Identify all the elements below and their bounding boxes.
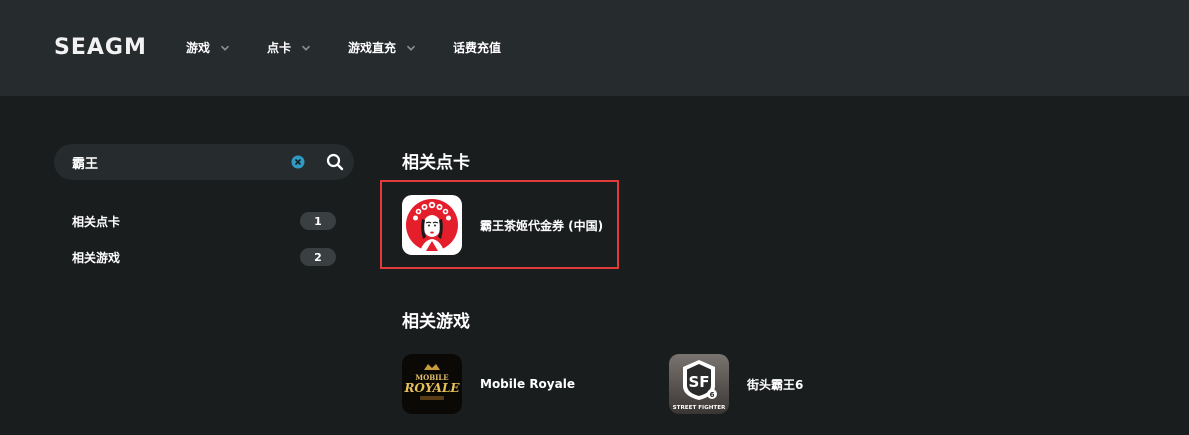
game-result-name: Mobile Royale: [480, 377, 575, 391]
nav-mobile-topup[interactable]: 话费充值: [453, 38, 501, 58]
bawang-chaji-icon: [402, 195, 462, 255]
nav-direct-topup[interactable]: 游戏直充: [348, 38, 416, 58]
sidebar-item-label: 相关游戏: [72, 250, 121, 265]
nav-mobile-topup-label: 话费充值: [453, 41, 502, 55]
seagm-logo[interactable]: SEAGM: [54, 36, 147, 60]
sidebar-item-games[interactable]: 相关游戏 2: [72, 247, 336, 267]
top-header: SEAGM 游戏 点卡 游戏直充 话费充值: [0, 0, 1189, 96]
street-fighter-logo-caption: STREET FIGHTER: [673, 405, 726, 411]
game-result-item[interactable]: SF 6 STREET FIGHTER 街头霸王6: [669, 354, 803, 414]
svg-text:SF: SF: [688, 373, 709, 391]
mobile-royale-icon: MOBILE ROYALE: [402, 354, 462, 414]
street-fighter-6-icon: SF 6 STREET FIGHTER: [669, 354, 729, 414]
card-result-name: 霸王茶姬代金券 (中国): [480, 218, 604, 233]
nav-games[interactable]: 游戏: [186, 38, 230, 58]
mobile-royale-logo-line2: ROYALE: [403, 381, 460, 395]
chevron-down-icon: [301, 45, 311, 51]
sidebar-item-label: 相关点卡: [72, 214, 121, 229]
nav-games-label: 游戏: [186, 41, 211, 55]
search-input[interactable]: [72, 144, 282, 180]
sidebar-item-cards[interactable]: 相关点卡 1: [72, 211, 336, 231]
game-result-item[interactable]: MOBILE ROYALE Mobile Royale: [402, 354, 575, 414]
chevron-down-icon: [220, 45, 230, 51]
card-result-item[interactable]: 霸王茶姬代金券 (中国): [402, 195, 603, 255]
count-badge: 1: [300, 212, 336, 230]
section-title-cards: 相关点卡: [402, 153, 470, 173]
nav-direct-topup-label: 游戏直充: [348, 41, 397, 55]
nav-cards[interactable]: 点卡: [267, 38, 311, 58]
section-title-games: 相关游戏: [402, 312, 470, 332]
nav-cards-label: 点卡: [267, 41, 292, 55]
svg-text:6: 6: [710, 391, 715, 399]
count-badge: 2: [300, 248, 336, 266]
chevron-down-icon: [406, 45, 416, 51]
search-box: [54, 144, 354, 180]
clear-icon[interactable]: [291, 155, 305, 169]
game-result-name: 街头霸王6: [747, 377, 804, 392]
search-icon[interactable]: [326, 153, 344, 171]
